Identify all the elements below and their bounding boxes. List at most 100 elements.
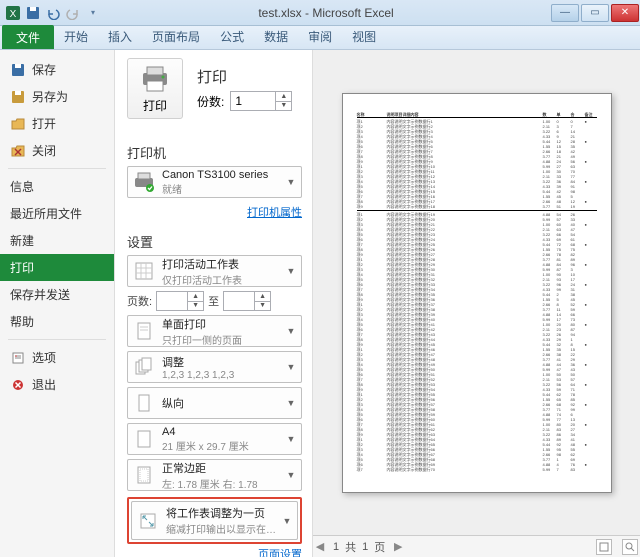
tab-home[interactable]: 开始 bbox=[54, 24, 98, 49]
minimize-button[interactable]: — bbox=[551, 4, 579, 22]
svg-text:X: X bbox=[10, 9, 17, 20]
ribbon-tabs: 文件 开始 插入 页面布局 公式 数据 审阅 视图 bbox=[0, 26, 640, 50]
saveas-icon bbox=[10, 89, 26, 105]
close-button[interactable]: ✕ bbox=[611, 4, 639, 22]
margins-icon bbox=[132, 463, 156, 487]
preview-footer: ◀ 1 共 1 页 ▶ bbox=[313, 535, 640, 557]
nav-recent[interactable]: 最近所用文件 bbox=[0, 200, 114, 227]
qat-dropdown-icon[interactable]: ▾ bbox=[84, 4, 102, 22]
nav-new[interactable]: 新建 bbox=[0, 227, 114, 254]
margins-dropdown[interactable]: 正常边距 左: 1.78 厘米 右: 1.78 ▼ bbox=[127, 459, 302, 491]
nav-exit[interactable]: 退出 bbox=[0, 371, 114, 398]
chevron-down-icon: ▼ bbox=[285, 362, 297, 372]
chevron-down-icon: ▼ bbox=[285, 470, 297, 480]
print-panel: 打印 打印 份数: ▲▼ 打印机 Canon TS3100 series bbox=[115, 50, 313, 557]
nav-label: 退出 bbox=[32, 376, 56, 393]
copies-spinner[interactable]: ▲▼ bbox=[230, 91, 292, 111]
collate-title: 调整 bbox=[162, 354, 285, 370]
prev-page-button[interactable]: ◀ bbox=[313, 540, 327, 553]
print-header-row: 打印 打印 份数: ▲▼ bbox=[127, 58, 302, 119]
collate-sub: 1,2,3 1,2,3 1,2,3 bbox=[162, 370, 285, 381]
highlight-callout: 将工作表调整为一页 缩减打印输出以显示在一个… ▼ bbox=[127, 497, 302, 544]
copies-input[interactable] bbox=[231, 92, 275, 110]
printer-properties-link[interactable]: 打印机属性 bbox=[247, 207, 302, 219]
printer-status: 就绪 bbox=[162, 181, 285, 196]
open-icon bbox=[10, 116, 26, 132]
window-controls: — ▭ ✕ bbox=[550, 4, 640, 22]
print-heading-col: 打印 份数: ▲▼ bbox=[197, 66, 292, 111]
exit-icon bbox=[10, 377, 26, 393]
window-title: test.xlsx - Microsoft Excel bbox=[102, 6, 550, 20]
printer-dropdown[interactable]: Canon TS3100 series 就绪 ▼ bbox=[127, 166, 302, 198]
page-from-spinner[interactable]: ▲▼ bbox=[156, 291, 204, 311]
nav-close[interactable]: 关闭 bbox=[0, 137, 114, 164]
tab-formulas[interactable]: 公式 bbox=[210, 24, 254, 49]
next-page-button[interactable]: ▶ bbox=[391, 540, 405, 553]
close-file-icon bbox=[10, 143, 26, 159]
maximize-button[interactable]: ▭ bbox=[581, 4, 609, 22]
orientation-title: 纵向 bbox=[162, 395, 285, 411]
page-from-input[interactable] bbox=[157, 292, 187, 310]
margins-sub: 左: 1.78 厘米 右: 1.78 bbox=[162, 476, 285, 491]
preview-canvas: 名称说明项目详细内容数单合备注 /* decorative tiny rows … bbox=[313, 50, 640, 535]
tab-data[interactable]: 数据 bbox=[254, 24, 298, 49]
print-heading: 打印 bbox=[197, 66, 292, 87]
nav-label: 另存为 bbox=[32, 88, 68, 105]
preview-page: 名称说明项目详细内容数单合备注 /* decorative tiny rows … bbox=[342, 93, 612, 493]
nav-save[interactable]: 保存 bbox=[0, 56, 114, 83]
page-to-input[interactable] bbox=[224, 292, 254, 310]
orientation-dropdown[interactable]: 纵向 ▼ bbox=[127, 387, 302, 419]
tab-page-layout[interactable]: 页面布局 bbox=[142, 24, 210, 49]
printer-name: Canon TS3100 series bbox=[162, 169, 285, 181]
paper-title: A4 bbox=[162, 426, 285, 438]
excel-app-icon: X bbox=[4, 4, 22, 22]
sides-title: 单面打印 bbox=[162, 316, 285, 332]
tab-file[interactable]: 文件 bbox=[2, 25, 54, 49]
scaling-dropdown[interactable]: 将工作表调整为一页 缩减打印输出以显示在一个… ▼ bbox=[131, 501, 298, 540]
zoom-button[interactable] bbox=[622, 539, 638, 555]
nav-label: 关闭 bbox=[32, 142, 56, 159]
print-scope-dropdown[interactable]: 打印活动工作表 仅打印活动工作表 ▼ bbox=[127, 255, 302, 287]
nav-help[interactable]: 帮助 bbox=[0, 308, 114, 335]
sides-dropdown[interactable]: 单面打印 只打印一侧的页面 ▼ bbox=[127, 315, 302, 347]
nav-label: 新建 bbox=[10, 232, 34, 249]
backstage-view: 保存 另存为 打开 关闭 信息 最近所用文件 新建 打印 保存并发送 帮助 选项… bbox=[0, 50, 640, 557]
printer-ready-icon bbox=[132, 170, 156, 194]
tab-insert[interactable]: 插入 bbox=[98, 24, 142, 49]
nav-open[interactable]: 打开 bbox=[0, 110, 114, 137]
nav-options[interactable]: 选项 bbox=[0, 344, 114, 371]
tab-view[interactable]: 视图 bbox=[342, 24, 386, 49]
redo-icon[interactable] bbox=[64, 4, 82, 22]
save-icon bbox=[10, 62, 26, 78]
portrait-icon bbox=[132, 391, 156, 415]
nav-label: 打印 bbox=[10, 259, 34, 276]
titlebar: X ▾ test.xlsx - Microsoft Excel — ▭ ✕ bbox=[0, 0, 640, 26]
paper-dropdown[interactable]: A4 21 厘米 x 29.7 厘米 ▼ bbox=[127, 423, 302, 455]
page-to-spinner[interactable]: ▲▼ bbox=[223, 291, 271, 311]
save-icon[interactable] bbox=[24, 4, 42, 22]
page-setup-link[interactable]: 页面设置 bbox=[258, 549, 302, 557]
spinner-arrows[interactable]: ▲▼ bbox=[275, 92, 291, 110]
nav-label: 打开 bbox=[32, 115, 56, 132]
page-range-row: 页数: ▲▼ 至 ▲▼ bbox=[127, 291, 302, 311]
chevron-down-icon: ▼ bbox=[285, 326, 297, 336]
sides-sub: 只打印一侧的页面 bbox=[162, 332, 285, 347]
copies-row: 份数: ▲▼ bbox=[197, 91, 292, 111]
nav-label: 保存并发送 bbox=[10, 286, 70, 303]
nav-saveas[interactable]: 另存为 bbox=[0, 83, 114, 110]
print-button-label: 打印 bbox=[143, 97, 167, 114]
nav-info[interactable]: 信息 bbox=[0, 173, 114, 200]
scope-sub: 仅打印活动工作表 bbox=[162, 272, 285, 287]
printer-heading: 打印机 bbox=[127, 143, 302, 162]
print-button[interactable]: 打印 bbox=[127, 58, 183, 119]
zoom-to-page-button[interactable] bbox=[596, 539, 612, 555]
nav-label: 信息 bbox=[10, 178, 34, 195]
undo-icon[interactable] bbox=[44, 4, 62, 22]
scaling-title: 将工作表调整为一页 bbox=[166, 505, 281, 521]
nav-print[interactable]: 打印 bbox=[0, 254, 114, 281]
margins-title: 正常边距 bbox=[162, 460, 285, 476]
page-of-suffix: 页 bbox=[374, 539, 385, 555]
tab-review[interactable]: 审阅 bbox=[298, 24, 342, 49]
collate-dropdown[interactable]: 调整 1,2,3 1,2,3 1,2,3 ▼ bbox=[127, 351, 302, 383]
nav-savesend[interactable]: 保存并发送 bbox=[0, 281, 114, 308]
